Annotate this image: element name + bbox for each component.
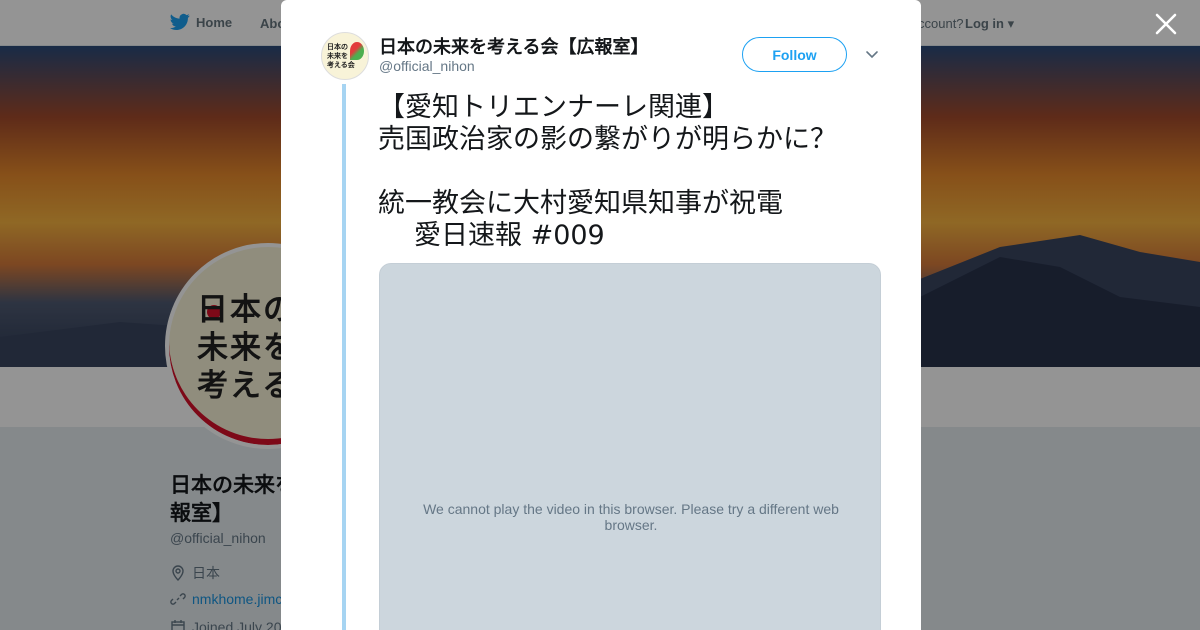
tweet-text: 【愛知トリエンナーレ関連】 売国政治家の影の繋がりが明らかに？ 統一教会に大村愛… (378, 92, 878, 252)
tweet-modal: 日本の 未来を 考える会 日本の未来を考える会【広報室】 @official_n… (281, 0, 921, 630)
video-unsupported-message: We cannot play the video in this browser… (423, 501, 839, 533)
avatar-logo-line: 考える会 (327, 62, 355, 69)
follow-button[interactable]: Follow (742, 37, 847, 72)
tweet-author-handle[interactable]: @official_nihon (379, 58, 475, 74)
chevron-down-icon[interactable] (864, 46, 880, 62)
video-player[interactable]: We cannot play the video in this browser… (379, 263, 881, 630)
tweet-text-line: 統一教会に大村愛知県知事が祝電 (378, 188, 783, 219)
tweet-text-line: 売国政治家の影の繋がりが明らかに？ (378, 124, 837, 155)
tweet-author-name[interactable]: 日本の未来を考える会【広報室】 (379, 33, 648, 59)
tweet-author-avatar[interactable]: 日本の 未来を 考える会 (321, 32, 369, 80)
tweet-text-line[interactable]: 愛日速報 #009 (378, 220, 878, 252)
leaf-logo-icon (350, 42, 364, 60)
tweet-text-line: 【愛知トリエンナーレ関連】 (378, 92, 729, 123)
thread-line (342, 84, 346, 630)
tweet-text-line (378, 156, 878, 188)
close-icon[interactable] (1154, 12, 1178, 36)
